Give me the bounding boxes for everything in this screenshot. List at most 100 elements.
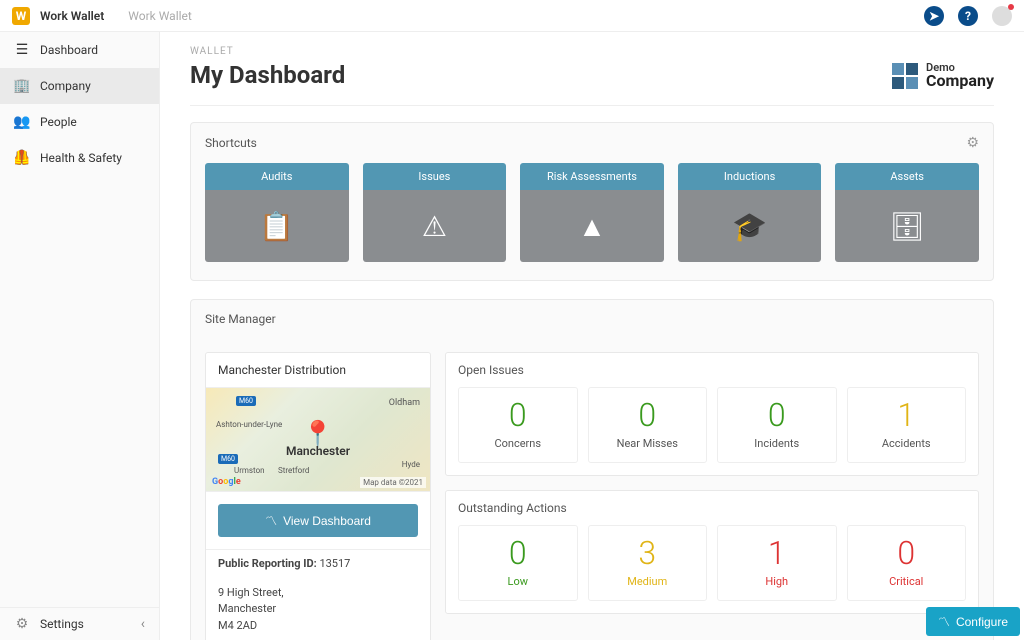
shortcut-label: Audits bbox=[205, 163, 349, 190]
configure-label: Configure bbox=[956, 615, 1008, 629]
address-line: 9 High Street, bbox=[218, 585, 418, 602]
vest-icon: 🦺 bbox=[14, 150, 30, 166]
stat-value: 3 bbox=[593, 536, 703, 571]
sidebar-settings[interactable]: ⚙ Settings ‹ bbox=[0, 607, 159, 640]
stat-box-medium[interactable]: 3 Medium bbox=[588, 525, 708, 601]
sidebar-item-label: Company bbox=[40, 79, 91, 93]
sidebar-item-people[interactable]: 👥 People bbox=[0, 104, 159, 140]
cone-icon: ▲ bbox=[578, 210, 606, 243]
archive-icon: 🗄 bbox=[889, 210, 925, 243]
sidebar-item-dashboard[interactable]: ☰ Dashboard bbox=[0, 32, 159, 68]
stat-value: 0 bbox=[593, 398, 703, 433]
shortcuts-heading: Shortcuts bbox=[205, 136, 257, 150]
stat-label: Incidents bbox=[722, 437, 832, 450]
stat-label: Concerns bbox=[463, 437, 573, 450]
nav-icon[interactable]: ➤ bbox=[924, 6, 944, 26]
view-dashboard-label: View Dashboard bbox=[283, 514, 371, 528]
site-name: Manchester Distribution bbox=[206, 353, 430, 388]
site-map[interactable]: M60 M60 Oldham Ashton-under-Lyne Urmston… bbox=[206, 388, 430, 492]
company-logo-mark bbox=[892, 63, 918, 89]
site-manager-heading: Site Manager bbox=[205, 312, 276, 326]
view-dashboard-button[interactable]: 〽 View Dashboard bbox=[218, 504, 418, 537]
warning-icon: ⚠ bbox=[422, 210, 447, 243]
avatar[interactable] bbox=[992, 6, 1012, 26]
configure-button[interactable]: 〽 Configure bbox=[926, 607, 1020, 636]
stat-label: Medium bbox=[593, 575, 703, 588]
shortcut-issues[interactable]: Issues ⚠ bbox=[363, 163, 507, 262]
stat-box-high[interactable]: 1 High bbox=[717, 525, 837, 601]
map-place: Ashton-under-Lyne bbox=[216, 420, 282, 429]
shortcut-label: Assets bbox=[835, 163, 979, 190]
list-icon: ☰ bbox=[14, 42, 30, 58]
chart-icon: 〽 bbox=[265, 512, 277, 529]
map-place: Hyde bbox=[402, 460, 420, 469]
sidebar-item-label: Health & Safety bbox=[40, 151, 122, 165]
map-place: Urmston bbox=[234, 466, 265, 475]
stat-value: 0 bbox=[852, 536, 962, 571]
stat-label: Near Misses bbox=[593, 437, 703, 450]
outstanding-actions-heading: Outstanding Actions bbox=[458, 501, 966, 515]
shortcut-assets[interactable]: Assets 🗄 bbox=[835, 163, 979, 262]
stat-value: 0 bbox=[463, 536, 573, 571]
settings-label: Settings bbox=[40, 617, 84, 631]
gear-icon[interactable]: ⚙ bbox=[966, 135, 979, 151]
open-issues-panel: Open Issues 0 Concerns 0 Near Misses 0 Incide… bbox=[445, 352, 979, 476]
building-icon: 🏢 bbox=[14, 78, 30, 94]
chart-icon: 〽 bbox=[938, 613, 950, 630]
company-name-line2: Company bbox=[926, 73, 994, 89]
map-city-label: Manchester bbox=[286, 444, 350, 458]
stat-label: High bbox=[722, 575, 832, 588]
open-issues-heading: Open Issues bbox=[458, 363, 966, 377]
shortcut-label: Inductions bbox=[678, 163, 822, 190]
stat-value: 1 bbox=[852, 398, 962, 433]
education-icon: 🎓 bbox=[732, 210, 767, 243]
app-name: Work Wallet bbox=[40, 9, 104, 23]
sidebar-item-label: People bbox=[40, 115, 77, 129]
main-content: WALLET My Dashboard Demo Company Shortcu… bbox=[160, 32, 1024, 640]
stat-box-incidents[interactable]: 0 Incidents bbox=[717, 387, 837, 463]
map-attribution: Map data ©2021 bbox=[360, 477, 426, 488]
stat-box-accidents[interactable]: 1 Accidents bbox=[847, 387, 967, 463]
shortcut-audits[interactable]: Audits 📋 bbox=[205, 163, 349, 262]
page-title: My Dashboard bbox=[190, 61, 345, 89]
outstanding-actions-panel: Outstanding Actions 0 Low 3 Medium 1 High 0 Cri… bbox=[445, 490, 979, 614]
page-prehead: WALLET bbox=[190, 46, 345, 57]
map-place: Stretford bbox=[278, 466, 309, 475]
site-card: Manchester Distribution M60 M60 Oldham A… bbox=[205, 352, 431, 640]
topbar: W Work Wallet Work Wallet ➤ ? bbox=[0, 0, 1024, 32]
sidebar: ☰ Dashboard 🏢 Company 👥 People 🦺 Health … bbox=[0, 32, 160, 640]
people-icon: 👥 bbox=[14, 114, 30, 130]
stat-box-concerns[interactable]: 0 Concerns bbox=[458, 387, 578, 463]
shortcut-inductions[interactable]: Inductions 🎓 bbox=[678, 163, 822, 262]
site-manager-panel: Site Manager Manchester Distribution M60… bbox=[190, 299, 994, 640]
stat-label: Critical bbox=[852, 575, 962, 588]
reporting-id-value: 13517 bbox=[319, 557, 350, 570]
shortcut-label: Issues bbox=[363, 163, 507, 190]
help-icon[interactable]: ? bbox=[958, 6, 978, 26]
stat-box-near-misses[interactable]: 0 Near Misses bbox=[588, 387, 708, 463]
stat-box-critical[interactable]: 0 Critical bbox=[847, 525, 967, 601]
map-place: Oldham bbox=[389, 398, 420, 408]
stat-value: 0 bbox=[463, 398, 573, 433]
google-logo: Google bbox=[212, 477, 241, 487]
company-logo: Demo Company bbox=[892, 62, 994, 89]
stat-label: Accidents bbox=[852, 437, 962, 450]
address-line: Manchester bbox=[218, 601, 418, 618]
sidebar-item-health-safety[interactable]: 🦺 Health & Safety bbox=[0, 140, 159, 176]
shortcuts-panel: Shortcuts ⚙ Audits 📋 Issues ⚠ Risk Assessmen… bbox=[190, 122, 994, 281]
shortcut-label: Risk Assessments bbox=[520, 163, 664, 190]
clipboard-icon: 📋 bbox=[259, 210, 294, 243]
gear-icon: ⚙ bbox=[14, 616, 30, 632]
chevron-left-icon[interactable]: ‹ bbox=[141, 616, 145, 632]
app-logo: W bbox=[12, 7, 30, 25]
sidebar-item-label: Dashboard bbox=[40, 43, 98, 57]
sidebar-item-company[interactable]: 🏢 Company bbox=[0, 68, 159, 104]
stat-box-low[interactable]: 0 Low bbox=[458, 525, 578, 601]
stat-value: 1 bbox=[722, 536, 832, 571]
shortcut-risk-assessments[interactable]: Risk Assessments ▲ bbox=[520, 163, 664, 262]
stat-label: Low bbox=[463, 575, 573, 588]
address-line: M4 2AD bbox=[218, 618, 418, 635]
stat-value: 0 bbox=[722, 398, 832, 433]
reporting-id-label: Public Reporting ID: bbox=[218, 557, 317, 570]
breadcrumb[interactable]: Work Wallet bbox=[128, 9, 192, 23]
